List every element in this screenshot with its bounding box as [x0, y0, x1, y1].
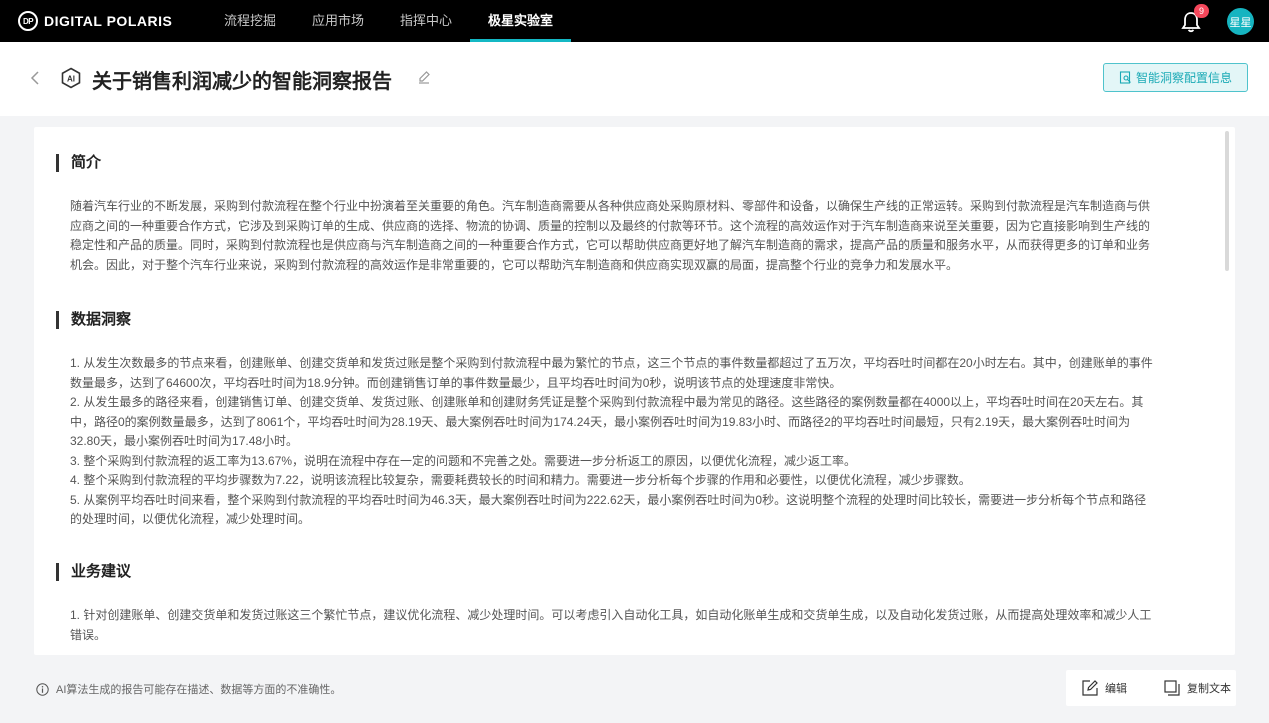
section-business-advice: 业务建议 1. 针对创建账单、创建交货单和发货过账这三个繁忙节点，建议优化流程、… [56, 563, 1186, 645]
copy-text-button[interactable]: 复制文本 [1163, 679, 1231, 697]
section-body: 1. 针对创建账单、创建交货单和发货过账这三个繁忙节点，建议优化流程、减少处理时… [70, 606, 1186, 645]
edit-button[interactable]: 编辑 [1081, 679, 1127, 697]
copy-label: 复制文本 [1187, 683, 1231, 695]
paragraph-line: 中，路径0的案例数量最多，达到了8061个，平均吞吐时间为28.19天、最大案例… [70, 414, 1131, 429]
edit-label: 编辑 [1105, 683, 1127, 695]
nav-item-app-market[interactable]: 应用市场 [294, 0, 382, 42]
report-actions: 编辑 复制文本 [1066, 670, 1236, 706]
edit-icon [1082, 680, 1098, 696]
section-title: 业务建议 [56, 563, 1186, 581]
brand-name: DIGITAL POLARIS [44, 13, 173, 29]
nav-item-process-mining[interactable]: 流程挖掘 [206, 0, 294, 42]
brand-mark: DP [18, 11, 38, 31]
paragraph-line: 错误。 [70, 627, 107, 642]
copy-icon [1164, 680, 1180, 696]
paragraph-line: 的处理时间，以便优化流程，减少处理时间。 [70, 512, 311, 526]
report-header: AI 关于销售利润减少的智能洞察报告 智能洞察配置信息 [0, 42, 1269, 116]
section-body: 1. 从发生次数最多的节点来看，创建账单、创建交货单和发货过账是整个采购到付款流… [70, 354, 1186, 530]
user-avatar[interactable]: 星星 [1227, 8, 1254, 35]
section-intro: 简介 随着汽车行业的不断发展，采购到付款流程在整个行业中扮演着至关重要的角色。汽… [56, 154, 1186, 275]
paragraph-line: 机会。因此，对于整个汽车行业来说，采购到付款流程的高效运作是非常重要的，它可以帮… [70, 257, 959, 272]
paragraph-line: 数量最多，达到了64600次，平均吞吐时间为18.9分钟。而创建销售订单的事件数… [70, 375, 842, 390]
report-content[interactable]: 简介 随着汽车行业的不断发展，采购到付款流程在整个行业中扮演着至关重要的角色。汽… [34, 127, 1235, 655]
paragraph-line: 2. 从发生最多的路径来看，创建销售订单、创建交货单、发货过账、创建账单和创建财… [70, 395, 1144, 409]
paragraph-line: 5. 从案例平均吞吐时间来看，整个采购到付款流程的平均吞吐时间为46.3天，最大… [70, 492, 1147, 507]
ai-disclaimer: AI算法生成的报告可能存在描述、数据等方面的不准确性。 [36, 681, 341, 697]
paragraph-line: 1. 针对创建账单、创建交货单和发货过账这三个繁忙节点，建议优化流程、减少处理时… [70, 608, 1152, 622]
ai-badge-text: AI [67, 75, 75, 84]
back-arrow-icon[interactable] [28, 68, 42, 88]
config-doc-icon [1119, 71, 1131, 84]
notification-badge: 9 [1194, 4, 1210, 18]
paragraph-line: 稳定性和产品的质量。同时，采购到付款流程也是供应商与汽车制造商之间的一种重要合作… [70, 238, 1151, 252]
paragraph-line: 32.80天，最小案例吞吐时间为17.48小时。 [70, 434, 299, 448]
paragraph-line: 3. 整个采购到付款流程的返工率为13.67%，说明在流程中存在一定的问题和不完… [70, 453, 857, 468]
paragraph-line: 应商之间的一种重要合作方式，它涉及到采购订单的生成、供应商的选择、物流的协调、质… [70, 218, 1151, 233]
insight-config-button[interactable]: 智能洞察配置信息 [1103, 63, 1248, 92]
page-title: 关于销售利润减少的智能洞察报告 [92, 71, 392, 93]
section-body: 随着汽车行业的不断发展，采购到付款流程在整个行业中扮演着至关重要的角色。汽车制造… [70, 197, 1186, 275]
nav-item-polaris-lab[interactable]: 极星实验室 [470, 0, 572, 42]
main-nav: 流程挖掘 应用市场 指挥中心 极星实验室 [206, 0, 572, 42]
edit-title-icon[interactable] [417, 70, 431, 84]
top-nav-bar: DP DIGITAL POLARIS 流程挖掘 应用市场 指挥中心 极星实验室 … [0, 0, 1269, 42]
section-title: 数据洞察 [56, 311, 1186, 329]
paragraph-line: 随着汽车行业的不断发展，采购到付款流程在整个行业中扮演着至关重要的角色。汽车制造… [70, 199, 1151, 213]
section-title: 简介 [56, 154, 1186, 172]
insight-config-label: 智能洞察配置信息 [1135, 71, 1232, 85]
brand-logo[interactable]: DP DIGITAL POLARIS [18, 11, 206, 31]
scrollbar-thumb[interactable] [1225, 131, 1229, 271]
ai-hexagon-icon: AI [61, 67, 81, 89]
section-data-insights: 数据洞察 1. 从发生次数最多的节点来看，创建账单、创建交货单和发货过账是整个采… [56, 311, 1186, 530]
info-icon [36, 682, 49, 696]
disclaimer-text: AI算法生成的报告可能存在描述、数据等方面的不准确性。 [56, 684, 342, 696]
paragraph-line: 1. 从发生次数最多的节点来看，创建账单、创建交货单和发货过账是整个采购到付款流… [70, 356, 1153, 370]
paragraph-line: 4. 整个采购到付款流程的平均步骤数为7.22，说明该流程比较复杂，需要耗费较长… [70, 473, 971, 487]
nav-item-command-center[interactable]: 指挥中心 [382, 0, 470, 42]
